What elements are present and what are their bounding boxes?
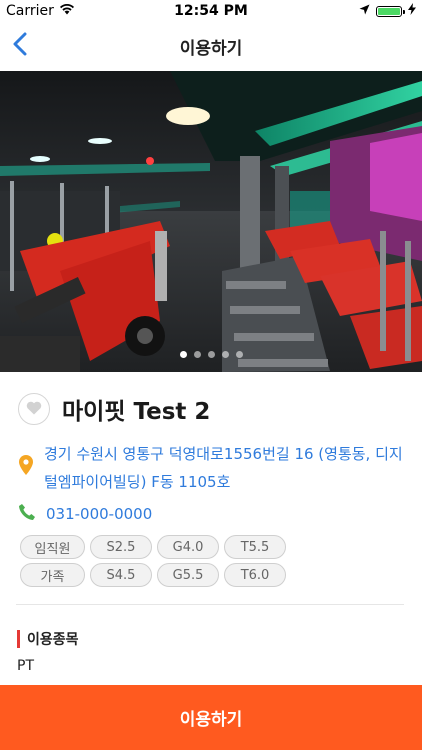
charging-bolt-icon — [408, 3, 416, 19]
chip-member-type[interactable]: 가족 — [20, 563, 85, 587]
back-button[interactable] — [8, 32, 32, 60]
page-dot[interactable] — [221, 351, 229, 358]
chevron-left-icon — [13, 32, 27, 60]
section-title: 이용종목 — [27, 632, 79, 648]
carrier-label: Carrier — [6, 3, 54, 19]
status-left: Carrier — [0, 3, 75, 19]
address-row[interactable]: 경기 수원시 영통구 덕영대로1556번길 16 (영통동, 디지털엠파이어빌딩… — [18, 441, 408, 496]
wifi-icon — [59, 3, 75, 19]
status-bar: Carrier 12:54 PM — [0, 0, 422, 22]
battery-icon — [376, 5, 405, 17]
chip-option[interactable]: T6.0 — [224, 563, 286, 587]
place-title-row: 마이핏 Test 2 — [18, 392, 210, 426]
page-dot[interactable] — [179, 351, 187, 358]
chip-option[interactable]: S2.5 — [90, 535, 152, 559]
use-button[interactable]: 이용하기 — [0, 685, 422, 750]
phone-icon — [18, 503, 36, 525]
section-accent-bar — [17, 630, 20, 648]
page-dot[interactable] — [207, 351, 215, 358]
heart-icon — [26, 400, 42, 419]
chip-option[interactable]: G4.0 — [157, 535, 219, 559]
divider — [16, 604, 404, 605]
section-value: PT — [17, 658, 34, 674]
gym-interior-photo — [0, 71, 422, 372]
navigation-bar: 이용하기 — [0, 22, 422, 70]
carousel-page-indicator[interactable] — [0, 351, 422, 358]
map-pin-icon — [18, 455, 34, 496]
status-right — [359, 3, 422, 19]
section-header: 이용종목 — [17, 629, 79, 649]
chip-member-type[interactable]: 임직원 — [20, 535, 85, 559]
chip-row-1: 임직원 S2.5 G4.0 T5.5 — [20, 535, 400, 559]
place-name: 마이핏 Test 2 — [62, 399, 211, 425]
address-text[interactable]: 경기 수원시 영통구 덕영대로1556번길 16 (영통동, 디지털엠파이어빌딩… — [44, 440, 404, 496]
gym-photo-carousel[interactable] — [0, 71, 422, 372]
phone-row[interactable]: 031-000-0000 — [18, 503, 152, 525]
favorite-button[interactable] — [18, 393, 50, 425]
chip-option[interactable]: G5.5 — [157, 563, 219, 587]
chip-option[interactable]: S4.5 — [90, 563, 152, 587]
battery-level — [378, 7, 400, 15]
chip-option[interactable]: T5.5 — [224, 535, 286, 559]
membership-options: 임직원 S2.5 G4.0 T5.5 가족 S4.5 G5.5 T6.0 — [20, 535, 400, 591]
chip-row-2: 가족 S4.5 G5.5 T6.0 — [20, 563, 400, 587]
location-arrow-icon — [359, 3, 370, 19]
page-dot[interactable] — [235, 351, 243, 358]
page-title: 이용하기 — [179, 38, 243, 59]
page-dot[interactable] — [193, 351, 201, 358]
phone-number[interactable]: 031-000-0000 — [46, 505, 152, 523]
